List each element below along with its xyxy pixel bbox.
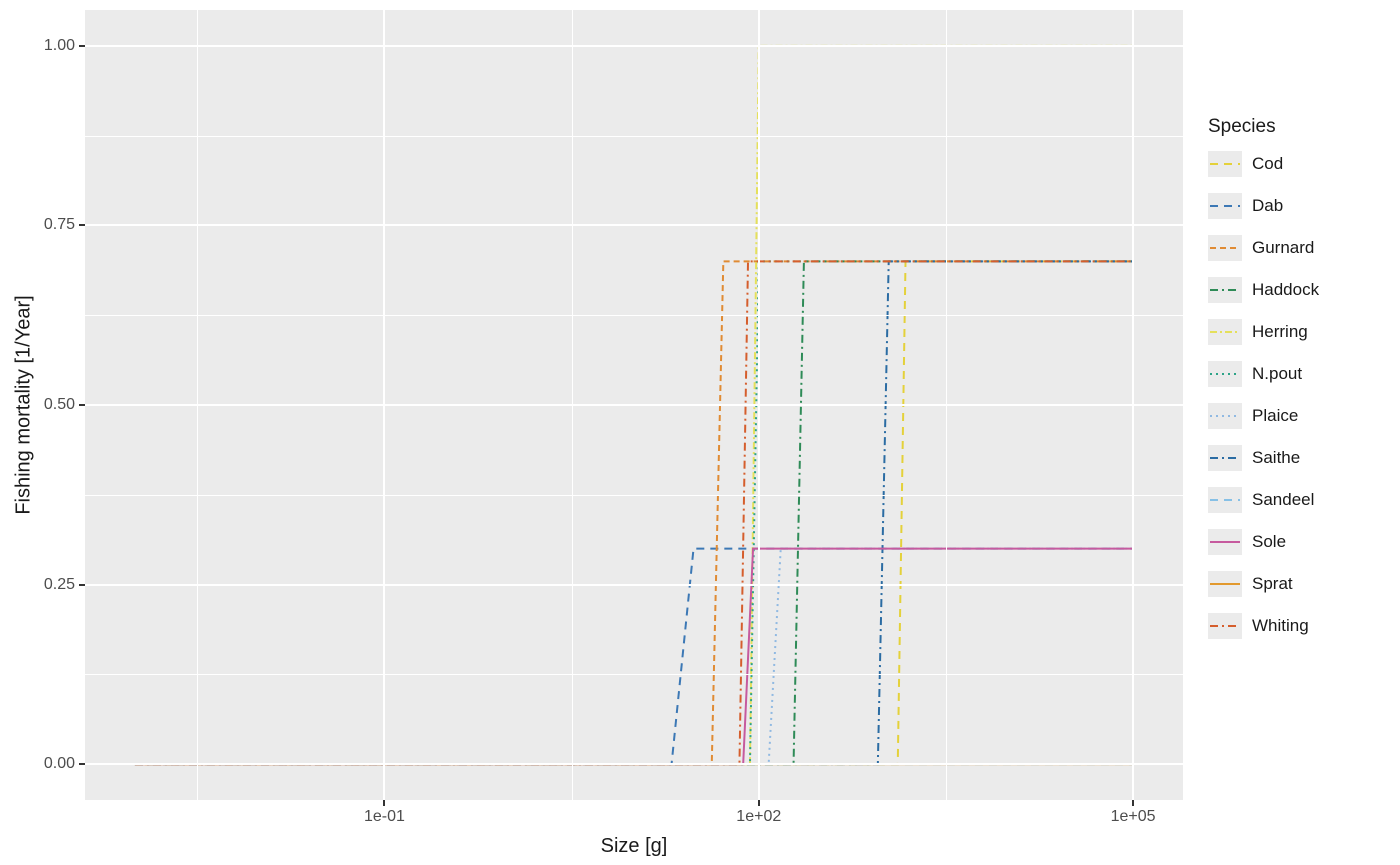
legend-key: [1208, 445, 1242, 471]
legend-label: Plaice: [1252, 406, 1298, 426]
legend-key: [1208, 571, 1242, 597]
legend-item: Cod: [1208, 150, 1319, 178]
legend-key: [1208, 235, 1242, 261]
legend-item: Gurnard: [1208, 234, 1319, 262]
legend-key: [1208, 277, 1242, 303]
x-axis-label: Size [g]: [601, 835, 668, 858]
plot-panel: 0.000.250.500.751.001e-011e+021e+05: [85, 10, 1183, 800]
legend-label: Haddock: [1252, 280, 1319, 300]
legend-key: [1208, 319, 1242, 345]
legend-item: Saithe: [1208, 444, 1319, 472]
legend-item: Herring: [1208, 318, 1319, 346]
y-tick-label: 0.50: [44, 396, 85, 414]
legend-title: Species: [1208, 116, 1319, 138]
legend-label: Sandeel: [1252, 490, 1314, 510]
series-line: [135, 261, 1133, 764]
series-line: [135, 549, 1133, 764]
legend-key: [1208, 193, 1242, 219]
legend-items: Cod Dab Gurnard Haddock Herring N.pout Plaice S…: [1208, 150, 1319, 640]
series-line: [135, 261, 1133, 764]
legend-key: [1208, 151, 1242, 177]
series-line: [135, 261, 1133, 764]
legend-label: Sprat: [1252, 574, 1293, 594]
y-tick-label: 0.00: [44, 755, 85, 773]
legend: Species Cod Dab Gurnard Haddock Herring N.pou…: [1208, 116, 1319, 640]
x-tick-label: 1e+05: [1111, 800, 1156, 826]
series-line: [135, 549, 1133, 764]
x-tick-label: 1e+02: [736, 800, 781, 826]
series-line: [135, 261, 1133, 764]
series-line: [135, 261, 1133, 764]
legend-label: Herring: [1252, 322, 1308, 342]
legend-label: Dab: [1252, 196, 1283, 216]
x-tick-label: 1e-01: [364, 800, 405, 826]
series-line: [135, 261, 1133, 764]
legend-item: Dab: [1208, 192, 1319, 220]
chart-figure: 0.000.250.500.751.001e-011e+021e+05 Size…: [0, 0, 1400, 865]
legend-key: [1208, 487, 1242, 513]
legend-key: [1208, 361, 1242, 387]
legend-label: N.pout: [1252, 364, 1302, 384]
legend-item: Whiting: [1208, 612, 1319, 640]
legend-label: Saithe: [1252, 448, 1300, 468]
legend-label: Gurnard: [1252, 238, 1314, 258]
legend-key: [1208, 529, 1242, 555]
legend-key: [1208, 613, 1242, 639]
y-axis-label: Fishing mortality [1/Year]: [13, 295, 36, 514]
legend-label: Whiting: [1252, 616, 1309, 636]
legend-item: Haddock: [1208, 276, 1319, 304]
legend-item: Sprat: [1208, 570, 1319, 598]
y-tick-label: 1.00: [44, 37, 85, 55]
legend-key: [1208, 403, 1242, 429]
legend-label: Sole: [1252, 532, 1286, 552]
legend-label: Cod: [1252, 154, 1283, 174]
legend-item: Plaice: [1208, 402, 1319, 430]
y-tick-label: 0.25: [44, 576, 85, 594]
y-tick-label: 0.75: [44, 216, 85, 234]
legend-item: Sandeel: [1208, 486, 1319, 514]
legend-item: N.pout: [1208, 360, 1319, 388]
legend-item: Sole: [1208, 528, 1319, 556]
series-line: [135, 549, 1133, 764]
